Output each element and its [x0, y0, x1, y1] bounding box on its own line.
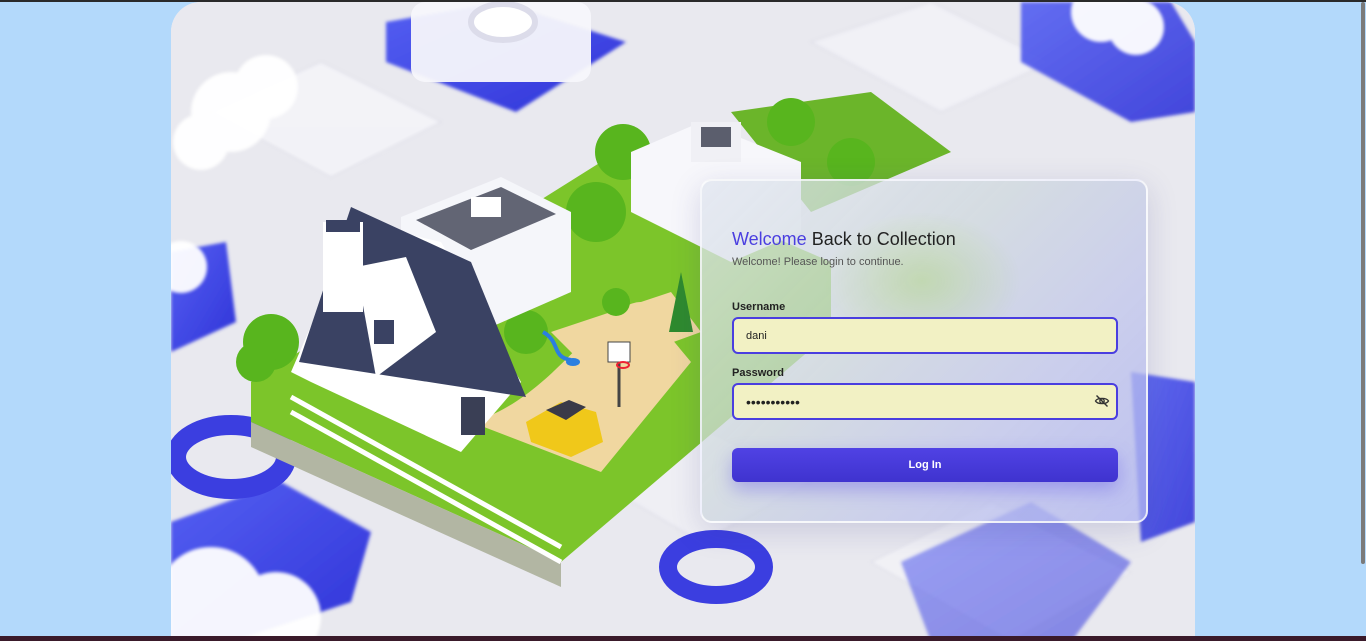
login-button[interactable]: Log In — [732, 448, 1118, 482]
login-title: Welcome Back to Collection — [732, 229, 956, 250]
username-field[interactable] — [732, 317, 1118, 354]
window-bottom-bar — [0, 636, 1366, 641]
login-card: Welcome Back to Collection Welcome! Plea… — [700, 179, 1148, 523]
title-rest: Back to Collection — [806, 229, 956, 249]
password-label: Password — [732, 367, 784, 379]
eye-off-icon[interactable] — [1094, 393, 1110, 409]
password-field[interactable] — [732, 383, 1118, 420]
page-scrollbar[interactable] — [1361, 2, 1365, 564]
username-label: Username — [732, 301, 786, 313]
login-subtitle: Welcome! Please login to continue. — [732, 256, 904, 268]
title-accent-word: Welcome — [732, 229, 807, 249]
